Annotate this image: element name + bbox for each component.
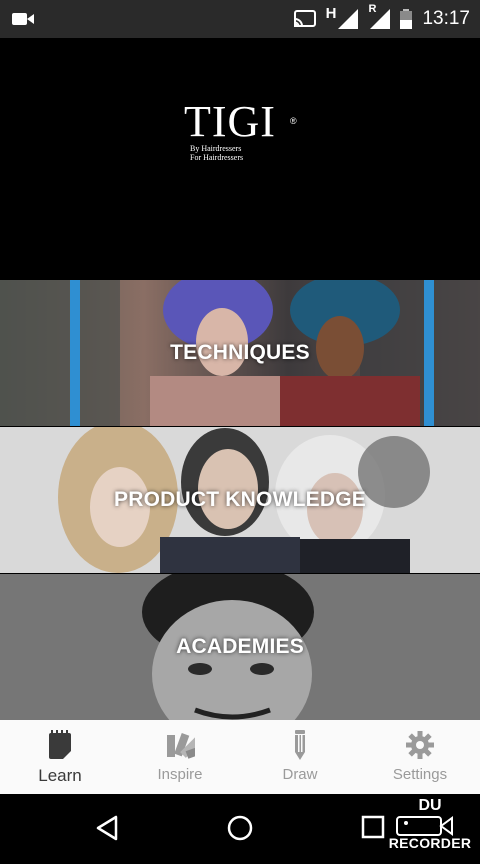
- category-academies[interactable]: ACADEMIES: [0, 574, 480, 720]
- back-icon[interactable]: [94, 814, 122, 842]
- du-recorder-watermark: DU RECORDER: [384, 798, 476, 860]
- registered-mark: ®: [290, 116, 297, 126]
- video-record-icon: [12, 13, 34, 25]
- recorder-top-text: DU: [418, 797, 442, 814]
- category-label: PRODUCT KNOWLEDGE: [114, 488, 366, 511]
- tab-draw[interactable]: Draw: [240, 720, 360, 794]
- swatch-icon: [167, 732, 195, 759]
- category-label: TECHNIQUES: [170, 341, 310, 364]
- signal-icon: [338, 9, 359, 29]
- roaming-label: R: [368, 3, 377, 15]
- app-header: TIGI ® By Hairdressers For Hairdressers: [0, 38, 480, 280]
- gear-icon: [406, 731, 434, 759]
- network-type-label: H: [325, 4, 337, 22]
- status-bar: H R 13:17: [0, 0, 480, 38]
- tigi-logo: TIGI ® By Hairdressers For Hairdressers: [184, 97, 304, 163]
- bottom-tab-bar: Learn Inspire Draw Settings: [0, 720, 480, 794]
- tab-learn[interactable]: Learn: [0, 720, 120, 794]
- category-product-knowledge[interactable]: PRODUCT KNOWLEDGE: [0, 427, 480, 573]
- tab-inspire[interactable]: Inspire: [120, 720, 240, 794]
- pencil-icon: [295, 730, 305, 760]
- battery-icon: [400, 9, 413, 29]
- logo-brand: TIGI: [184, 97, 276, 146]
- home-icon[interactable]: [226, 814, 254, 842]
- category-techniques[interactable]: TECHNIQUES: [0, 280, 480, 426]
- recorder-camera-icon: [396, 816, 453, 836]
- category-label: ACADEMIES: [176, 635, 304, 658]
- clock: 13:17: [422, 8, 470, 29]
- tab-label: Settings: [392, 766, 448, 783]
- tab-label: Learn: [38, 766, 82, 785]
- notebook-icon: [49, 730, 71, 759]
- signal-roaming-icon: R: [368, 3, 391, 29]
- recorder-bottom-text: RECORDER: [388, 835, 472, 851]
- tab-label: Inspire: [157, 766, 203, 783]
- tab-label: Draw: [282, 766, 318, 783]
- logo-tagline-2: For Hairdressers: [190, 153, 244, 162]
- cast-icon: [293, 10, 316, 27]
- tab-settings[interactable]: Settings: [360, 720, 480, 794]
